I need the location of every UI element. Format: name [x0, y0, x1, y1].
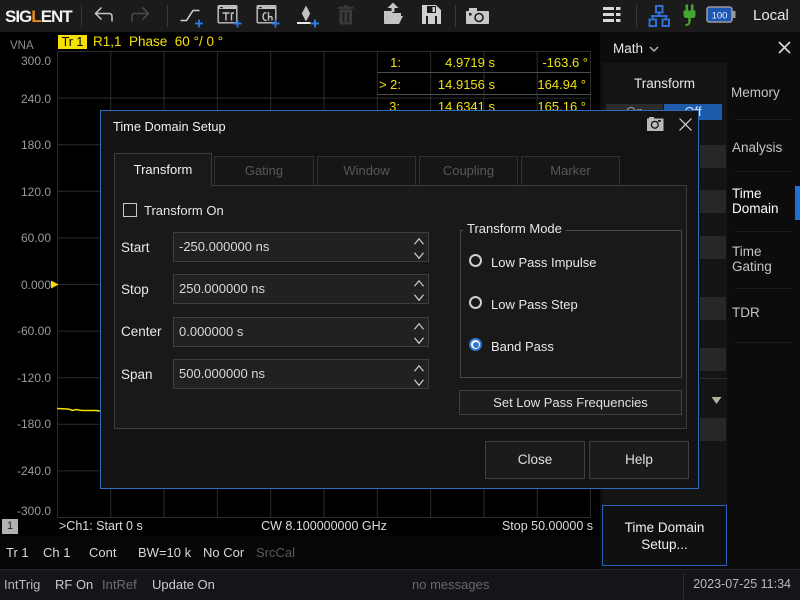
svg-text:100: 100: [712, 10, 728, 21]
